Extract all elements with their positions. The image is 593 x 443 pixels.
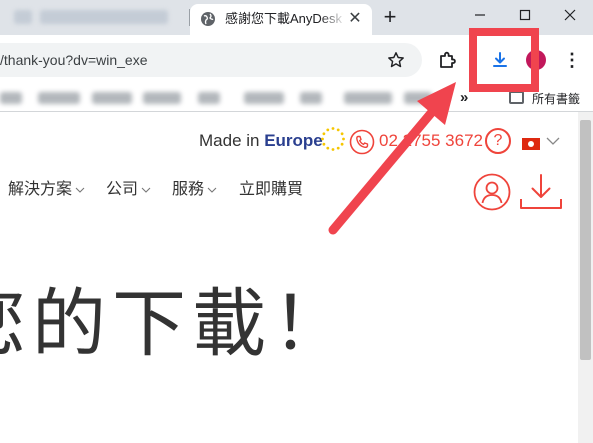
phone-icon[interactable] (349, 129, 375, 155)
scrollbar-thumb[interactable] (580, 120, 591, 360)
blurred-bookmark[interactable] (244, 92, 284, 104)
nav-item-company[interactable]: 公司 (106, 180, 151, 200)
minimize-button[interactable] (457, 3, 503, 31)
minimize-icon (475, 14, 485, 16)
made-in-europe: Made in Europe (199, 131, 323, 151)
folder-icon (509, 91, 524, 104)
tab-inactive[interactable] (0, 0, 190, 35)
made-in-region: Europe (264, 131, 323, 150)
blurred-bookmark[interactable] (404, 92, 432, 104)
all-bookmarks-button[interactable]: 所有書籤 (532, 90, 580, 107)
phone-number-link[interactable]: 02 2755 3672 (379, 131, 483, 151)
annotation-highlight-box (469, 28, 539, 92)
blurred-bookmark[interactable] (344, 92, 392, 104)
chevron-down-icon[interactable] (546, 136, 560, 146)
blurred-bookmark[interactable] (0, 92, 22, 104)
made-in-prefix: Made in (199, 131, 265, 150)
tab-active[interactable]: 感謝您下載AnyDesk ✕ (190, 4, 372, 35)
url-text: /thank-you?dv=win_exe (0, 52, 148, 68)
user-icon[interactable] (473, 173, 511, 211)
address-bar[interactable]: /thank-you?dv=win_exe (0, 43, 422, 77)
tab-title-fade (320, 8, 346, 28)
chevron-down-icon (141, 187, 151, 193)
nav-item-label: 服務 (172, 181, 205, 198)
new-tab-button[interactable]: + (379, 5, 401, 29)
flag-icon[interactable] (522, 138, 540, 150)
chevron-down-icon (75, 187, 85, 193)
web-page: Made in Europe 02 2755 3672 ? 解決方案 公司 服務… (0, 112, 578, 443)
blurred-bookmark[interactable] (300, 92, 322, 104)
close-window-button[interactable] (547, 3, 593, 31)
chevron-down-icon (207, 187, 217, 193)
blurred-favicon (14, 10, 32, 24)
nav-item-label: 立即購買 (239, 181, 304, 198)
bookmarks-overflow-button[interactable]: » (460, 89, 468, 106)
page-title: 您的下載！ (0, 281, 352, 367)
download-icon[interactable] (519, 173, 563, 211)
nav-item-buy-now[interactable]: 立即購買 (239, 180, 303, 200)
blurred-bookmark[interactable] (143, 92, 181, 104)
nav-item-services[interactable]: 服務 (172, 180, 217, 200)
maximize-icon (519, 9, 531, 21)
puzzle-icon[interactable] (437, 50, 457, 70)
tab-close-icon[interactable]: ✕ (346, 10, 364, 28)
nav-item-label: 公司 (106, 181, 139, 198)
kebab-menu-icon[interactable]: ⋮ (563, 49, 581, 71)
help-icon[interactable]: ? (485, 128, 511, 154)
nav-item-label: 解決方案 (8, 181, 73, 198)
blurred-bookmark[interactable] (92, 92, 132, 104)
nav-item-solutions[interactable]: 解決方案 (8, 180, 85, 200)
close-icon (564, 9, 576, 21)
blurred-bookmark[interactable] (198, 92, 220, 104)
maximize-button[interactable] (502, 3, 548, 31)
blurred-bookmark[interactable] (38, 92, 80, 104)
star-icon[interactable] (387, 51, 405, 69)
globe-icon (201, 12, 215, 26)
blurred-tab-title (40, 10, 168, 24)
eu-stars-icon (321, 127, 345, 151)
